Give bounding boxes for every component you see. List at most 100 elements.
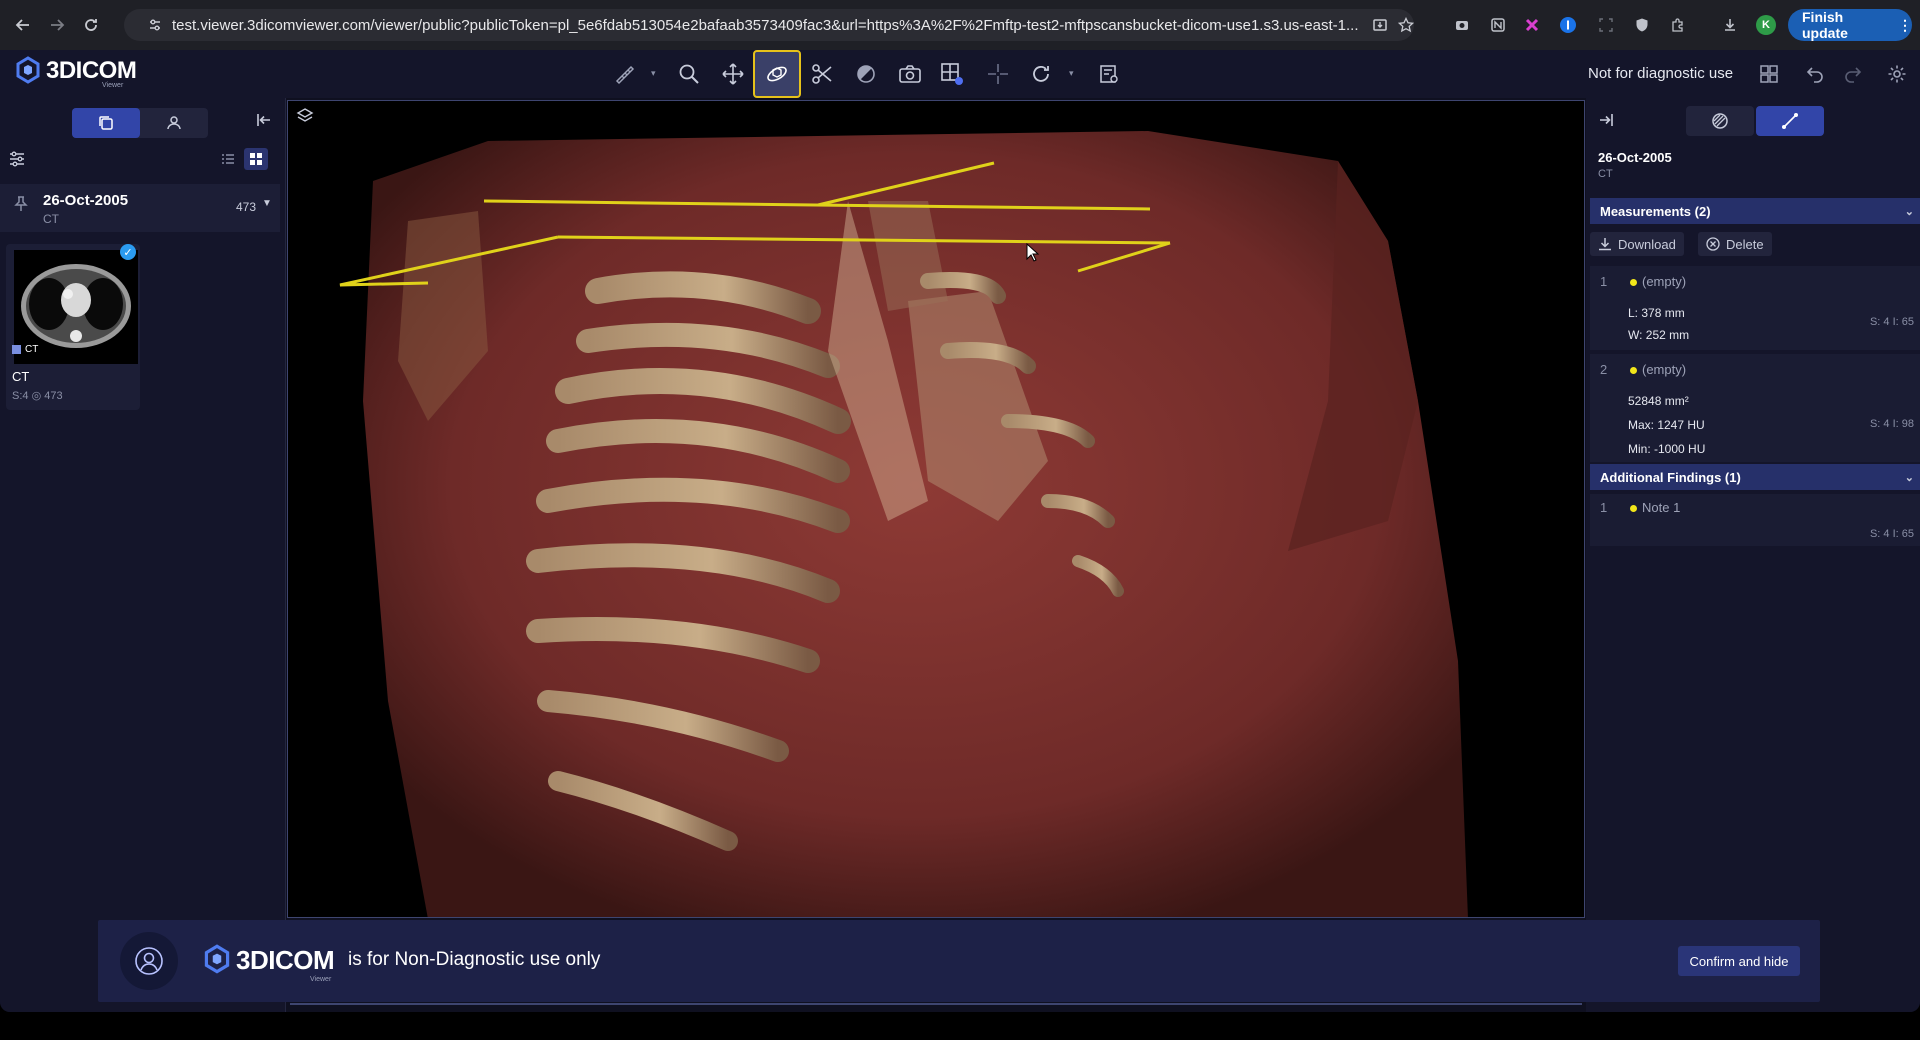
collapse-right-panel-icon[interactable]: [1598, 112, 1614, 133]
site-info-icon[interactable]: [148, 18, 162, 32]
banner-logo-text: 3DICOM: [236, 944, 335, 975]
user-icon: [120, 932, 178, 990]
non-diagnostic-banner: 3DICOM Viewer is for Non-Diagnostic use …: [98, 920, 1820, 1002]
install-app-icon[interactable]: [1372, 17, 1388, 33]
study-browser-panel: 26-Oct-2005 CT 473 ▼ ✓ CT CT S:4 ◎ 473: [0, 98, 286, 1012]
pan-tool[interactable]: [716, 58, 750, 90]
address-bar[interactable]: test.viewer.3dicomviewer.com/viewer/publ…: [124, 9, 1414, 41]
chevron-down-icon: ⌄: [1904, 205, 1914, 218]
ruler-dropdown-icon[interactable]: ▾: [651, 68, 656, 79]
ruler-line-icon: [1782, 113, 1798, 129]
more-menu-icon: ⋮: [1898, 16, 1912, 33]
rotate-3d-tool[interactable]: [753, 50, 801, 98]
delete-circle-icon: [1706, 237, 1720, 251]
reset-dropdown-icon[interactable]: ▾: [1069, 68, 1074, 79]
finding-item[interactable]: 1 Note 1 S: 4 I: 65: [1590, 494, 1920, 546]
extensions-puzzle-icon[interactable]: [1666, 13, 1690, 37]
app-window: test.viewer.3dicomviewer.com/viewer/publ…: [0, 0, 1920, 1012]
list-grid-toggle: [216, 148, 268, 170]
logo-cube-icon: [16, 56, 40, 84]
screenshot-camera-tool[interactable]: [893, 58, 927, 90]
measurement-max: Max: 1247 HU: [1628, 418, 1705, 432]
hatch-circle-icon: [1712, 113, 1728, 129]
banner-logo: 3DICOM Viewer: [202, 942, 335, 983]
measurement-index: 2: [1600, 362, 1608, 377]
finding-color-dot: [1630, 505, 1637, 512]
series-view-tab[interactable]: [72, 108, 140, 138]
list-view-icon[interactable]: [216, 148, 240, 170]
thumbnail-modality-label: CT: [12, 344, 38, 355]
logo-text: 3DICOM: [46, 57, 137, 84]
measurement-slice: S: 4 I: 65: [1869, 316, 1914, 328]
measurements-panel: 26-Oct-2005 CT Measurements (2) ⌄ Downlo…: [1586, 98, 1920, 1012]
study-modality: CT: [43, 212, 59, 226]
app-header: 3DICOM Viewer ▾ ▾ Not for diagnostic use: [0, 50, 1920, 98]
measurement-item[interactable]: 1 (empty) L: 378 mm W: 252 mm S: 4 I: 65: [1590, 266, 1920, 350]
zoom-tool[interactable]: [672, 58, 706, 90]
crosshair-tool[interactable]: [981, 58, 1015, 90]
camera-extension-icon[interactable]: [1450, 13, 1474, 37]
reset-rotate-tool[interactable]: [1024, 58, 1058, 90]
back-icon[interactable]: [10, 12, 36, 38]
reload-icon[interactable]: [78, 12, 104, 38]
ct-volume-render[interactable]: [288, 101, 1585, 918]
measurement-slice: S: 4 I: 98: [1869, 418, 1914, 430]
notion-extension-icon[interactable]: [1486, 13, 1510, 37]
forward-icon[interactable]: [44, 12, 70, 38]
download-label: Download: [1618, 236, 1676, 252]
series-thumbnail-card[interactable]: ✓ CT CT S:4 ◎ 473: [6, 244, 140, 410]
patient-view-tab[interactable]: [140, 108, 208, 138]
study-row[interactable]: 26-Oct-2005 CT 473 ▼: [0, 184, 280, 232]
finding-name: Note 1: [1642, 500, 1681, 515]
confirm-and-hide-button[interactable]: Confirm and hide: [1678, 946, 1800, 976]
finish-update-button[interactable]: Finish update ⋮: [1788, 9, 1912, 41]
screen-capture-icon[interactable]: [1594, 13, 1618, 37]
series-name: CT: [12, 369, 30, 384]
contrast-tool[interactable]: [849, 58, 883, 90]
profile-avatar[interactable]: K: [1754, 13, 1778, 37]
layers-icon[interactable]: [296, 107, 314, 130]
download-icon: [1599, 238, 1611, 251]
viewport-scrollbar[interactable]: [290, 1003, 1582, 1005]
measure-ruler-tool[interactable]: [607, 58, 641, 90]
measurement-index: 1: [1600, 274, 1608, 289]
measurement-name: (empty): [1642, 274, 1687, 289]
collapse-left-panel-icon[interactable]: [256, 112, 272, 133]
download-button[interactable]: Download: [1590, 232, 1684, 256]
finding-slice: S: 4 I: 65: [1869, 528, 1914, 540]
layout-panels-icon[interactable]: [1752, 58, 1786, 90]
grid-view-icon[interactable]: [244, 148, 268, 170]
measurement-min: Min: -1000 HU: [1628, 442, 1706, 456]
measurement-area: 52848 mm²: [1628, 394, 1689, 408]
study-date: 26-Oct-2005: [1598, 150, 1672, 165]
segmentation-tab[interactable]: [1686, 106, 1754, 136]
measurement-width: W: 252 mm: [1628, 328, 1690, 342]
finding-index: 1: [1600, 500, 1608, 515]
password-manager-icon[interactable]: [1556, 13, 1580, 37]
delete-button[interactable]: Delete: [1698, 232, 1772, 256]
measurement-name: (empty): [1642, 362, 1687, 377]
measurement-color-dot: [1630, 367, 1637, 374]
measurements-tab[interactable]: [1756, 106, 1824, 136]
report-tool[interactable]: [1092, 58, 1126, 90]
selected-check-icon: ✓: [120, 244, 136, 260]
downloads-icon[interactable]: [1718, 13, 1742, 37]
chevron-down-icon: ⌄: [1904, 471, 1914, 484]
filter-sliders-icon[interactable]: [8, 150, 26, 173]
settings-gear-icon[interactable]: [1880, 58, 1914, 90]
measurements-section-header[interactable]: Measurements (2) ⌄: [1590, 198, 1920, 224]
undo-icon[interactable]: [1798, 58, 1832, 90]
findings-section-header[interactable]: Additional Findings (1) ⌄: [1590, 464, 1920, 490]
volume-render-viewport[interactable]: [287, 100, 1585, 918]
shield-extension-icon[interactable]: [1630, 13, 1654, 37]
chevron-down-icon[interactable]: ▼: [262, 198, 272, 209]
pin-icon[interactable]: [14, 196, 28, 217]
bookmark-star-icon[interactable]: [1398, 17, 1414, 33]
measurement-item[interactable]: 2 (empty) 52848 mm² Max: 1247 HU Min: -1…: [1590, 354, 1920, 462]
study-image-count: 473: [236, 200, 257, 214]
redo-icon[interactable]: [1836, 58, 1870, 90]
layout-grid-tool[interactable]: [935, 58, 969, 90]
url-text[interactable]: test.viewer.3dicomviewer.com/viewer/publ…: [172, 17, 1366, 34]
scissors-tool[interactable]: [805, 58, 839, 90]
clickup-extension-icon[interactable]: [1520, 13, 1544, 37]
